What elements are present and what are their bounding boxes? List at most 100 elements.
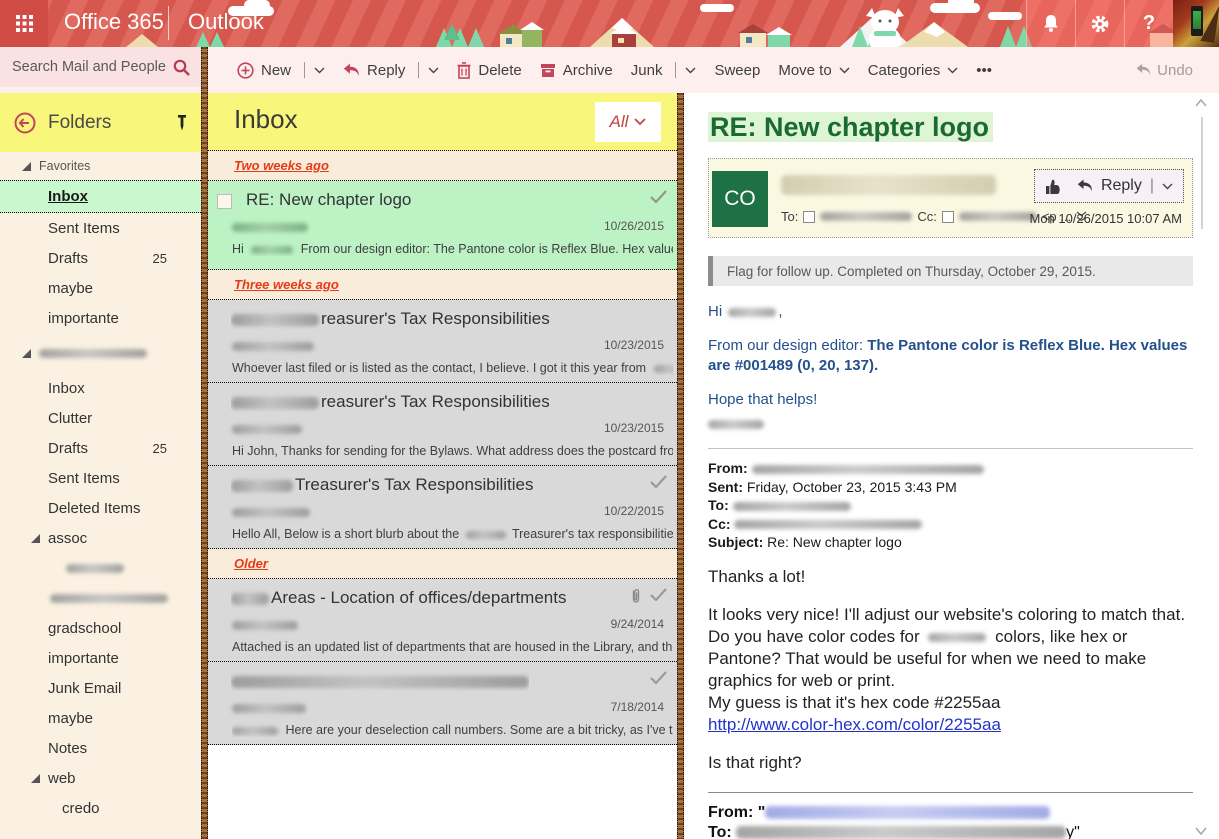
archive-box-icon: [540, 63, 556, 78]
move-to-button[interactable]: Move to: [769, 56, 858, 85]
sidebar-item-gradschool[interactable]: gradschool: [0, 613, 201, 643]
undo-button[interactable]: Undo: [1136, 62, 1219, 79]
redacted-from: [752, 465, 984, 474]
sidebar-item-notes[interactable]: Notes: [0, 733, 201, 763]
email-checkbox[interactable]: [217, 194, 232, 209]
notifications-bell-icon[interactable]: [1026, 0, 1075, 47]
greeting-line: Hi ,: [708, 302, 1193, 322]
sidebar-item-maybe-2[interactable]: maybe: [0, 703, 201, 733]
email-list-item[interactable]: Treasurer's Tax Responsibilities 10/22/2…: [208, 466, 677, 549]
sidebar-item-clutter[interactable]: Clutter: [0, 403, 201, 433]
redacted-sender: [232, 508, 310, 517]
chevron-down-icon: [634, 118, 646, 126]
undo-arrow-icon: [1136, 63, 1151, 77]
recipient-checkbox[interactable]: [803, 211, 815, 223]
email-preview: Hi John, Thanks for sending for the Byla…: [232, 444, 673, 458]
brand-outlook[interactable]: Outlook: [188, 9, 264, 35]
email-subject: Treasurer's Tax Responsibilities: [231, 475, 534, 495]
recipient-checkbox[interactable]: [942, 211, 954, 223]
sender-avatar[interactable]: CO: [712, 171, 768, 227]
redacted-recipient: [959, 212, 1037, 221]
chevron-down-icon[interactable]: [314, 67, 325, 74]
trash-icon: [457, 62, 471, 79]
sidebar-item-assoc[interactable]: assoc: [0, 523, 201, 553]
help-icon[interactable]: ?: [1124, 0, 1173, 47]
message-list-pane: Inbox All Two weeks ago RE: New chapter …: [208, 93, 677, 839]
email-list-item[interactable]: reasurer's Tax Responsibilities 10/23/20…: [208, 383, 677, 466]
mark-complete-check-icon[interactable]: [650, 190, 667, 203]
twisty-icon[interactable]: [22, 349, 31, 358]
more-commands-button[interactable]: •••: [967, 56, 1001, 85]
sidebar-item-deleted-items[interactable]: Deleted Items: [0, 493, 201, 523]
sidebar-item-maybe[interactable]: maybe: [0, 273, 201, 303]
email-list-item[interactable]: 7/18/2014 Here are your deselection call…: [208, 662, 677, 745]
folders-header: Folders: [0, 93, 201, 152]
app-launcher-icon[interactable]: [0, 0, 48, 47]
redacted-folder-name: [66, 564, 124, 573]
sidebar-item-junk-email[interactable]: Junk Email: [0, 673, 201, 703]
attachment-paperclip-icon: [630, 588, 641, 604]
sidebar-item-drafts[interactable]: Drafts 25: [0, 243, 201, 273]
email-subject: Areas - Location of offices/departments: [231, 588, 566, 608]
twisty-icon[interactable]: [31, 534, 40, 543]
quoted-divider: [708, 448, 1193, 449]
chevron-down-icon[interactable]: [428, 67, 439, 74]
mark-complete-check-icon[interactable]: [650, 671, 667, 684]
color-hex-link[interactable]: http://www.color-hex.com/color/2255aa: [708, 715, 1001, 734]
new-button[interactable]: New: [228, 56, 334, 85]
settings-gear-icon[interactable]: [1075, 0, 1124, 47]
sidebar-item-importante-2[interactable]: importante: [0, 643, 201, 673]
reply-button-reading[interactable]: Reply |: [1077, 177, 1173, 195]
sidebar-item-redacted[interactable]: [0, 583, 201, 613]
sidebar-item-sent-items-2[interactable]: Sent Items: [0, 463, 201, 493]
chevron-down-icon[interactable]: [685, 67, 696, 74]
redacted-recipient: [820, 212, 912, 221]
email-list-item[interactable]: Areas - Location of offices/departments …: [208, 579, 677, 662]
filter-dropdown[interactable]: All: [595, 102, 661, 142]
scroll-down-arrow[interactable]: [1195, 827, 1207, 835]
sidebar-item-sent-items[interactable]: Sent Items: [0, 213, 201, 243]
scrollbar-thumb[interactable]: [1201, 117, 1203, 229]
search-icon[interactable]: [172, 58, 191, 77]
mark-complete-check-icon[interactable]: [650, 475, 667, 488]
brand-separator: [168, 6, 169, 40]
folders-title: Folders: [48, 112, 165, 134]
twisty-icon[interactable]: [31, 774, 40, 783]
email-list-item[interactable]: RE: New chapter logo 10/26/2015 Hi From …: [208, 181, 677, 270]
scroll-up-arrow[interactable]: [1195, 99, 1207, 107]
junk-button[interactable]: Junk: [622, 56, 706, 85]
search-input[interactable]: Search Mail and People: [0, 47, 201, 87]
user-avatar[interactable]: [1173, 0, 1219, 47]
reply-arrow-icon: [1077, 179, 1093, 193]
sidebar-item-credo[interactable]: credo: [0, 793, 201, 823]
redacted-sender: [232, 621, 298, 630]
message-timestamp: Mon 10/26/2015 10:07 AM: [1029, 211, 1182, 226]
mark-complete-check-icon[interactable]: [650, 588, 667, 601]
like-thumbs-up-icon[interactable]: [1045, 178, 1063, 195]
sweep-button[interactable]: Sweep: [705, 56, 769, 85]
email-date: 7/18/2014: [611, 700, 664, 714]
redacted-sender: [232, 704, 306, 713]
pane-splitter-right[interactable]: [677, 93, 684, 839]
sidebar-item-inbox-2[interactable]: Inbox: [0, 373, 201, 403]
delete-button[interactable]: Delete: [448, 56, 530, 85]
twisty-icon[interactable]: [22, 162, 31, 171]
email-subject: reasurer's Tax Responsibilities: [231, 309, 550, 329]
sidebar-item-inbox[interactable]: Inbox: [0, 180, 201, 213]
sidebar-item-redacted[interactable]: [0, 553, 201, 583]
reply-button[interactable]: Reply: [334, 56, 448, 85]
back-arrow-icon[interactable]: [14, 112, 36, 134]
sidebar-item-importante[interactable]: importante: [0, 303, 201, 333]
sidebar-account-redacted[interactable]: [0, 333, 201, 373]
brand-office365[interactable]: Office 365: [64, 9, 164, 35]
chevron-down-icon[interactable]: [1162, 183, 1173, 190]
sidebar-section-favorites[interactable]: Favorites: [0, 152, 201, 180]
redacted-from: [765, 806, 1050, 819]
categories-button[interactable]: Categories: [859, 56, 968, 85]
archive-button[interactable]: Archive: [531, 56, 622, 85]
pane-splitter-left[interactable]: [201, 47, 208, 839]
email-list-item[interactable]: reasurer's Tax Responsibilities 10/23/20…: [208, 300, 677, 383]
pin-icon[interactable]: [177, 115, 187, 131]
sidebar-item-drafts-2[interactable]: Drafts 25: [0, 433, 201, 463]
sidebar-item-web[interactable]: web: [0, 763, 201, 793]
